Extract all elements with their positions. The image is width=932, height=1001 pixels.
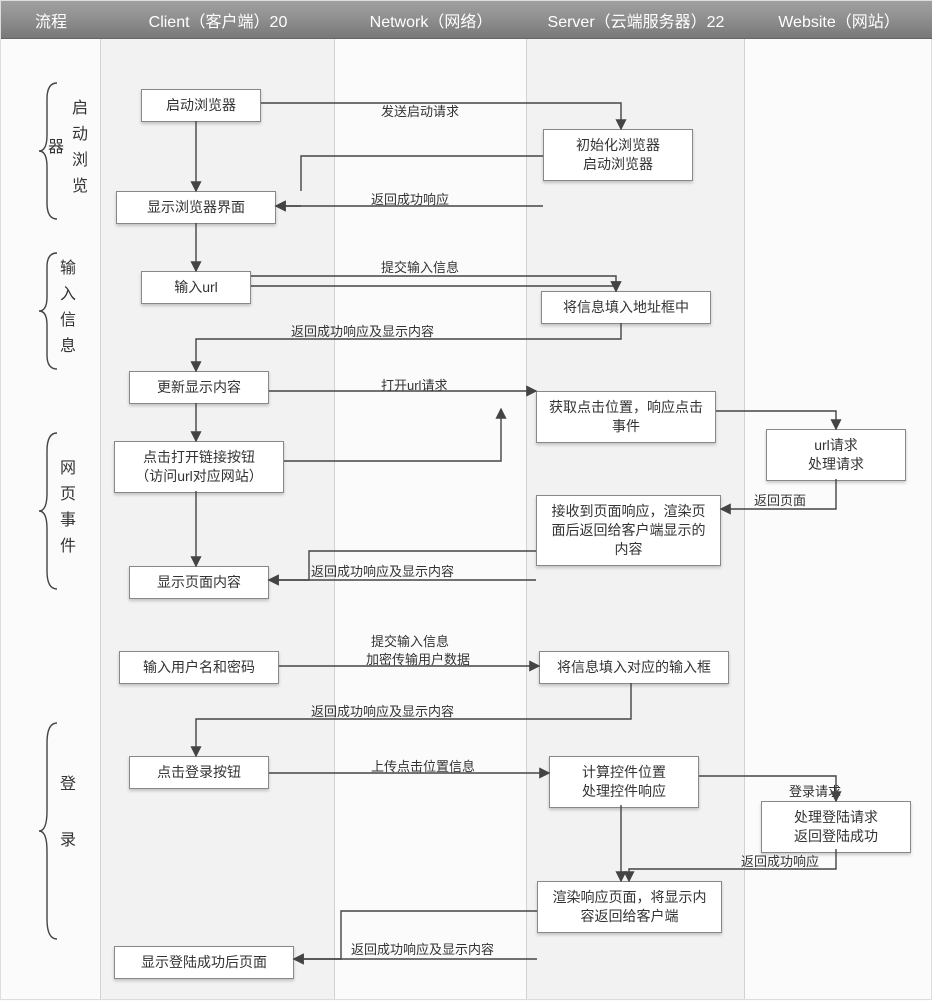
node-show-page-content: 显示页面内容	[129, 566, 269, 599]
node-url-request-website: url请求 处理请求	[766, 429, 906, 481]
edge-return-page: 返回页面	[754, 490, 806, 509]
node-get-click-pos: 获取点击位置，响应点击事件	[536, 391, 716, 443]
edge-open-url-req: 打开url请求	[381, 375, 447, 394]
text-line: 初始化浏览器	[576, 137, 660, 153]
node-click-open-link: 点击打开链接按钮 （访问url对应网站）	[114, 441, 284, 493]
text-line: 计算控件位置	[582, 764, 666, 780]
phase-input-info: 输入信息	[51, 259, 79, 363]
node-show-browser-ui: 显示浏览器界面	[116, 191, 276, 224]
edge-return-ok-content-2: 返回成功响应及显示内容	[311, 561, 454, 580]
text-line: url请求	[814, 437, 858, 453]
text-line: 返回登陆成功	[794, 828, 878, 844]
node-input-credentials: 输入用户名和密码	[119, 651, 279, 684]
lane-network	[335, 39, 527, 999]
swimlane-diagram: 流程 Client（客户端）20 Network（网络） Server（云端服务…	[0, 0, 932, 1000]
node-show-login-success: 显示登陆成功后页面	[114, 946, 294, 979]
col-head-client: Client（客户端）20	[101, 8, 335, 32]
edge-return-ok-content-1: 返回成功响应及显示内容	[291, 321, 434, 340]
col-head-server: Server（云端服务器）22	[527, 8, 745, 32]
edge-return-ok-login: 返回成功响应	[741, 851, 819, 870]
node-update-display: 更新显示内容	[129, 371, 269, 404]
lane-client	[101, 39, 335, 999]
node-input-url: 输入url	[141, 271, 251, 304]
edge-submit-input-2a: 提交输入信息	[371, 631, 449, 650]
text-line: 启动浏览器	[583, 156, 653, 172]
node-init-browser-server: 初始化浏览器 启动浏览器	[543, 129, 693, 181]
header-row: 流程 Client（客户端）20 Network（网络） Server（云端服务…	[1, 1, 932, 39]
edge-return-ok-1: 返回成功响应	[371, 189, 449, 208]
col-head-process: 流程	[1, 8, 101, 32]
text-line: 点击打开链接按钮	[143, 449, 255, 465]
text-line: 处理控件响应	[582, 783, 666, 799]
col-head-website: Website（网站）	[745, 8, 932, 32]
phase-start-browser: 启动浏览器	[51, 91, 79, 211]
node-compute-ctrl-pos: 计算控件位置 处理控件响应	[549, 756, 699, 808]
phase-page-event: 网页事件	[51, 441, 79, 581]
phase-login: 登录	[51, 741, 79, 921]
edge-submit-input-1: 提交输入信息	[381, 257, 459, 276]
text-line: 处理请求	[808, 456, 864, 472]
edge-login-req-label: 登录请求	[789, 781, 841, 800]
edge-return-ok-content-4: 返回成功响应及显示内容	[351, 939, 494, 958]
edge-send-start-req: 发送启动请求	[381, 101, 459, 120]
node-recv-page-render: 接收到页面响应，渲染页面后返回给客户端显示的内容	[536, 495, 721, 566]
edge-encrypt-user-data: 加密传输用户数据	[366, 649, 470, 668]
node-start-browser-client: 启动浏览器	[141, 89, 261, 122]
node-login-req-website: 处理登陆请求 返回登陆成功	[761, 801, 911, 853]
node-render-resp-return: 渲染响应页面，将显示内容返回给客户端	[537, 881, 722, 933]
edge-upload-click-pos: 上传点击位置信息	[371, 756, 475, 775]
edge-return-ok-content-3: 返回成功响应及显示内容	[311, 701, 454, 720]
node-fill-input-box: 将信息填入对应的输入框	[539, 651, 729, 684]
node-click-login: 点击登录按钮	[129, 756, 269, 789]
text-line: （访问url对应网站）	[135, 468, 263, 484]
col-head-network: Network（网络）	[335, 8, 527, 32]
text-line: 处理登陆请求	[794, 809, 878, 825]
node-fill-addr-server: 将信息填入地址框中	[541, 291, 711, 324]
